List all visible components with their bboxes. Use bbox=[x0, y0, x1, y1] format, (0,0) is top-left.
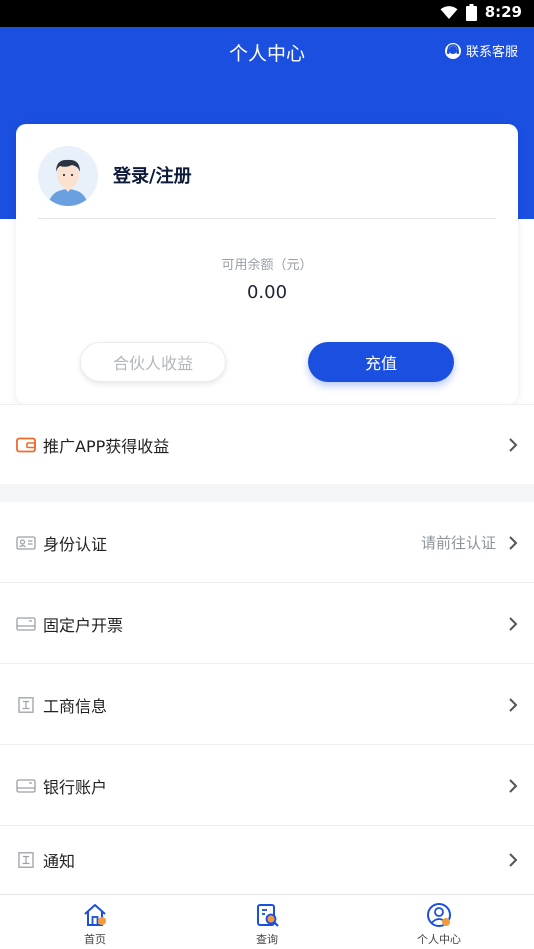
recharge-button[interactable]: 充值 bbox=[308, 342, 454, 382]
tab-home[interactable]: 首页 bbox=[55, 899, 135, 947]
chevron-right-icon bbox=[509, 697, 518, 712]
wifi-icon bbox=[440, 5, 458, 19]
status-indicators: 8:29 bbox=[440, 3, 522, 21]
account-card: 登录/注册 可用余额（元） 0.00 合伙人收益 充值 bbox=[16, 124, 518, 404]
invoice-icon bbox=[16, 616, 36, 631]
login-register-link[interactable]: 登录/注册 bbox=[113, 162, 192, 188]
battery-icon bbox=[465, 3, 477, 21]
id-card-icon bbox=[16, 535, 36, 550]
menu-item-business-info[interactable]: 工商信息 bbox=[0, 664, 534, 745]
menu-item-label: 固定户开票 bbox=[43, 615, 124, 635]
home-icon bbox=[84, 904, 106, 926]
bottom-tab-bar: 首页 查询 个人中心 bbox=[0, 894, 534, 949]
menu-item-bank-account[interactable]: 银行账户 bbox=[0, 745, 534, 826]
promo-label: 推广APP获得收益 bbox=[43, 436, 170, 456]
status-bar: 8:29 bbox=[0, 0, 534, 27]
customer-service-link[interactable]: 联系客服 bbox=[444, 41, 518, 60]
menu-item-invoice[interactable]: 固定户开票 bbox=[0, 583, 534, 664]
menu-item-label: 工商信息 bbox=[43, 696, 108, 716]
tab-query[interactable]: 查询 bbox=[227, 899, 307, 947]
balance-label: 可用余额（元） bbox=[221, 258, 313, 273]
chevron-right-icon bbox=[509, 778, 518, 793]
menu-item-label: 身份认证 bbox=[43, 534, 108, 554]
headset-icon bbox=[444, 42, 461, 59]
query-icon bbox=[257, 904, 279, 927]
card-divider bbox=[38, 218, 496, 219]
customer-service-label: 联系客服 bbox=[465, 45, 518, 60]
menu-item-label: 通知 bbox=[43, 852, 76, 871]
chevron-right-icon bbox=[509, 853, 518, 867]
tab-label: 个人中心 bbox=[417, 933, 461, 946]
balance-value: 0.00 bbox=[246, 282, 288, 303]
chevron-right-icon bbox=[509, 437, 518, 452]
promo-row[interactable]: 推广APP获得收益 bbox=[0, 405, 534, 484]
menu-item-status: 请前往认证 bbox=[420, 534, 496, 552]
business-info-icon bbox=[18, 696, 34, 713]
chevron-right-icon bbox=[509, 616, 518, 631]
profile-icon bbox=[427, 903, 451, 927]
tab-profile[interactable]: 个人中心 bbox=[399, 899, 479, 947]
partner-earnings-button[interactable]: 合伙人收益 bbox=[80, 342, 226, 382]
menu-item-label: 银行账户 bbox=[43, 777, 108, 797]
tab-label: 查询 bbox=[256, 933, 278, 946]
menu-item-notice[interactable]: 通知 bbox=[0, 826, 534, 894]
menu-item-identity[interactable]: 身份认证 请前往认证 bbox=[0, 502, 534, 583]
chevron-right-icon bbox=[509, 535, 518, 550]
status-time: 8:29 bbox=[484, 3, 522, 21]
bank-card-icon bbox=[16, 778, 36, 793]
wallet-icon bbox=[16, 437, 36, 452]
avatar[interactable] bbox=[38, 146, 98, 206]
notice-icon bbox=[18, 852, 34, 868]
avatar-icon bbox=[38, 146, 98, 206]
tab-label: 首页 bbox=[84, 933, 106, 946]
